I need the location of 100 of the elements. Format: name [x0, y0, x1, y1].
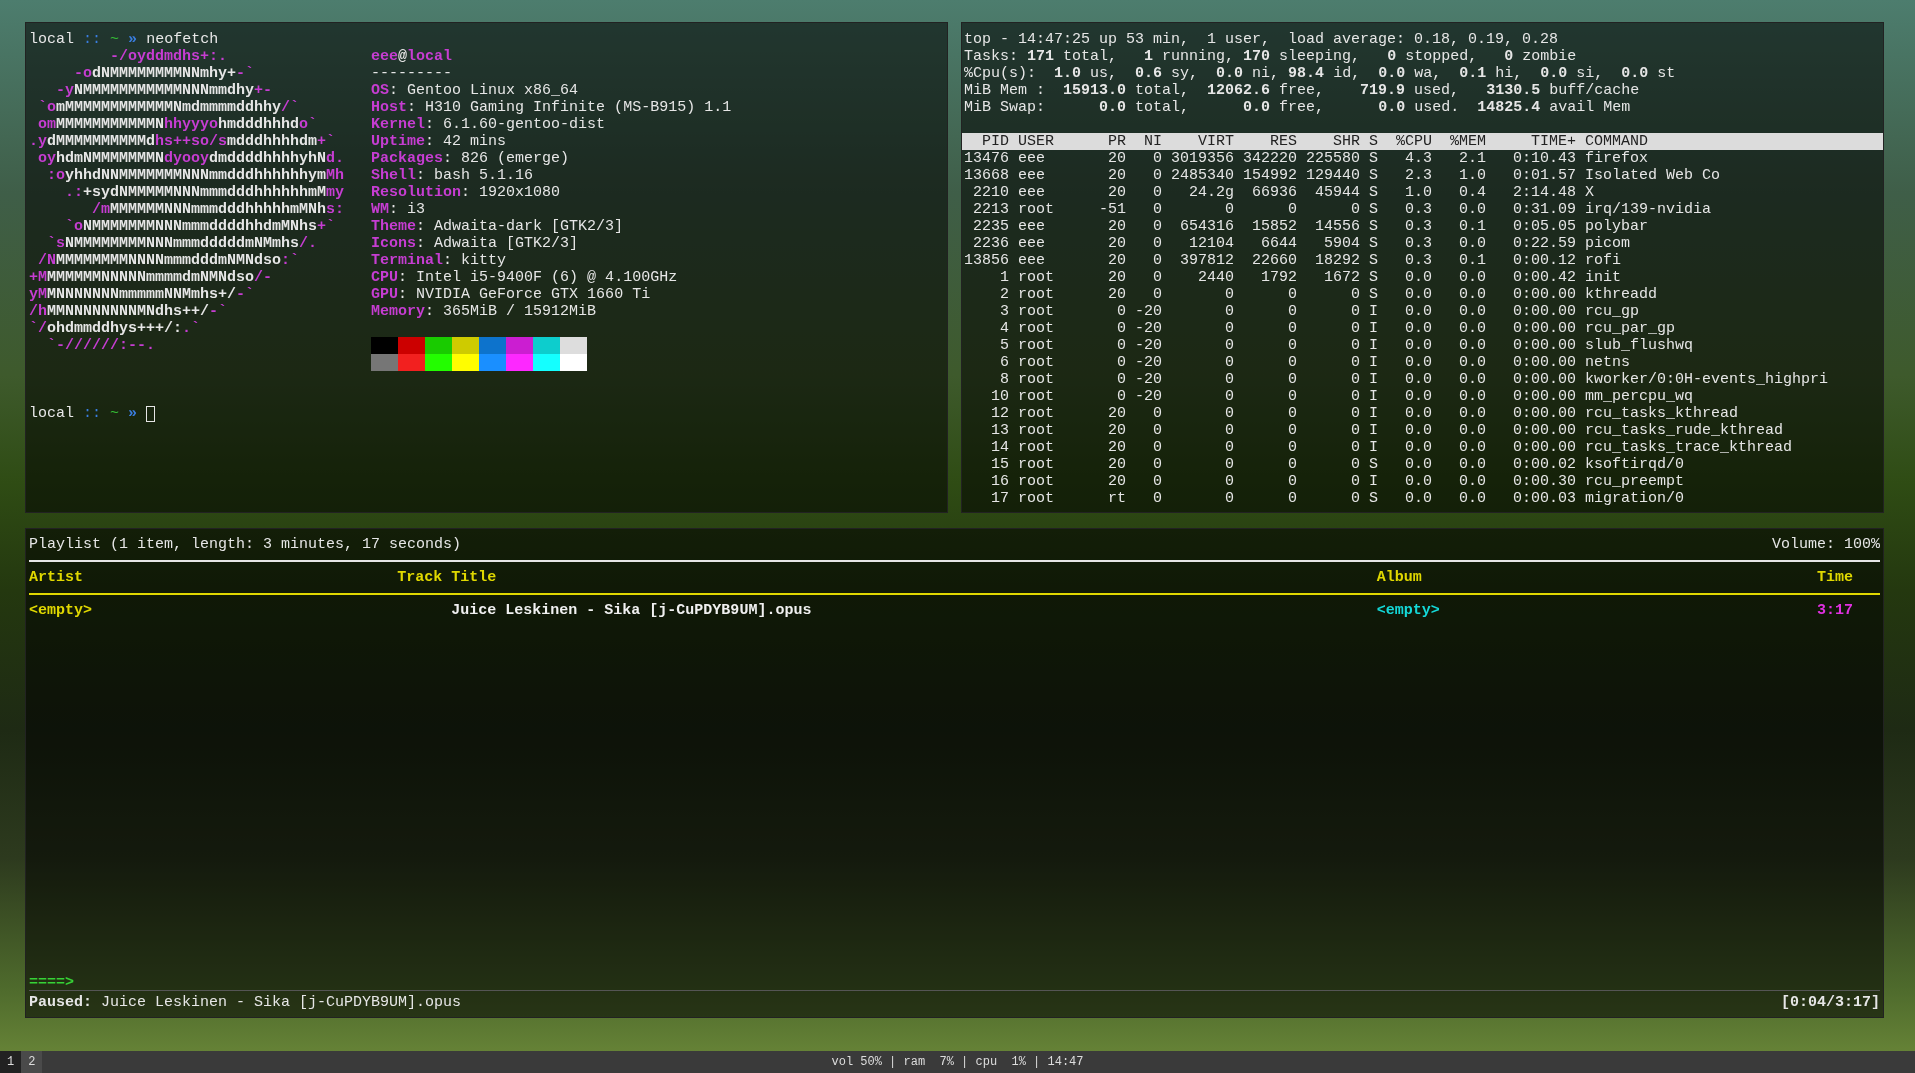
ascii-logo-line: .:+sydNMMMMMNNNmmmdddhhhhhhmMmy	[64, 184, 345, 201]
table-cell-text: 1672	[1323, 269, 1360, 286]
info-line: GPU: NVIDIA GeForce GTX 1660 Ti	[371, 286, 651, 303]
table-cell-text: Isolated Web Co	[1585, 167, 1722, 184]
table-cell-text: 0	[1287, 371, 1297, 388]
volume-label: Volume: 100%	[1771, 536, 1880, 553]
table-cell-text: picom	[1585, 235, 1631, 252]
table-cell-text: 0	[1152, 473, 1162, 490]
table-cell-text: 0.4	[1458, 184, 1486, 201]
table-cell-text: 0	[1116, 320, 1126, 337]
table-cell: 154992	[1243, 167, 1297, 184]
track-title-cell[interactable]: Juice Leskinen - Sika [j-CuPDYB9UM].opus	[451, 602, 812, 619]
table-cell-text: 0.0	[1458, 201, 1486, 218]
table-cell-text: kthreadd	[1585, 286, 1658, 303]
column-header: COMMAND	[1585, 133, 1649, 150]
table-cell-text: 0.0	[1458, 371, 1486, 388]
table-cell-text: 0	[1224, 439, 1234, 456]
column-header: PR	[1107, 133, 1126, 150]
table-cell: I	[1369, 405, 1378, 422]
table-cell-text: 0	[1350, 286, 1360, 303]
column-header: Artist	[29, 569, 84, 586]
table-cell-text: 20	[1107, 184, 1126, 201]
table-cell-text: 0	[1224, 405, 1234, 422]
table-cell-text: 22660	[1251, 252, 1297, 269]
table-cell-text: 0.0	[1458, 337, 1486, 354]
table-cell: S	[1369, 184, 1378, 201]
column-header: SHR	[1332, 133, 1360, 150]
table-cell-text: 0:00.03	[1512, 490, 1576, 507]
table-cell-text: 0:00.00	[1512, 439, 1576, 456]
table-cell-text: 2210	[972, 184, 1009, 201]
workspace-button[interactable]: 2	[21, 1051, 43, 1073]
info-line: Shell: bash 5.1.16	[371, 167, 534, 184]
ascii-logo-line: +MMMMMMMNNNNNmmmmdmNMNdso/-	[29, 269, 273, 286]
info-line: Uptime: 42 mins	[371, 133, 507, 150]
table-cell-text: 0	[1116, 303, 1126, 320]
table-cell: 225580	[1306, 150, 1360, 167]
info-line: Memory: 365MiB / 15912MiB	[371, 303, 597, 320]
table-cell-text: 20	[1107, 473, 1126, 490]
table-cell-text: 0.3	[1404, 235, 1432, 252]
playback-position: [0:04/3:17]	[1780, 994, 1880, 1011]
table-cell-text: 0.0	[1404, 320, 1432, 337]
table-cell-text: 0	[1224, 201, 1234, 218]
table-cell-text: 0	[1350, 439, 1360, 456]
info-line: Resolution: 1920x1080	[371, 184, 561, 201]
table-cell-text: 0:00.00	[1512, 320, 1576, 337]
table-cell: -51	[1099, 201, 1126, 218]
column-header: Track Title	[397, 569, 498, 586]
table-cell-text: 0.0	[1404, 354, 1432, 371]
artist-cell[interactable]: <empty>	[29, 602, 92, 619]
table-cell-text: 5904	[1323, 235, 1360, 252]
table-cell-text: 2:14.48	[1512, 184, 1576, 201]
table-cell-text: 12	[990, 405, 1009, 422]
table-cell: S	[1369, 252, 1378, 269]
table-cell-text: 0	[1152, 286, 1162, 303]
table-cell-text: 66936	[1251, 184, 1297, 201]
table-cell-text: 0:01.57	[1512, 167, 1576, 184]
table-cell-text: 0.0	[1458, 439, 1486, 456]
table-cell-text: 0:00.00	[1512, 303, 1576, 320]
table-cell-text: 0.0	[1458, 490, 1486, 507]
user-host-title: eee@local	[371, 48, 453, 65]
table-cell-text: 4.3	[1404, 150, 1432, 167]
ascii-logo-line: /hMMNNNNNNNNMNdhs++/-`	[29, 303, 228, 320]
table-cell-text: 0	[1152, 150, 1162, 167]
table-cell-text: root	[1018, 320, 1055, 337]
table-cell-text: 20	[1107, 150, 1126, 167]
table-cell-text: 10	[990, 388, 1009, 405]
table-cell-text: 397812	[1179, 252, 1234, 269]
album-cell[interactable]: <empty>	[1376, 602, 1440, 619]
table-cell-text: 14556	[1314, 218, 1360, 235]
table-cell-text: 0	[1287, 439, 1297, 456]
table-cell-text: root	[1018, 490, 1055, 507]
workspace-button[interactable]: 1	[0, 1051, 22, 1073]
table-cell-text: 0	[1287, 354, 1297, 371]
table-cell-text: 0.0	[1404, 405, 1432, 422]
ascii-logo-line: `omMMMMMMMMMMMMNmdmmmmddhhy/`	[37, 99, 300, 116]
table-cell-text: 0:31.09	[1512, 201, 1576, 218]
table-cell-text: 0:00.00	[1512, 388, 1576, 405]
table-cell-text: 4	[999, 320, 1009, 337]
table-cell-text: 12104	[1188, 235, 1234, 252]
table-cell-text: 0	[1350, 473, 1360, 490]
table-cell-text: netns	[1585, 354, 1631, 371]
table-cell-text: 0.0	[1404, 388, 1432, 405]
table-cell-text: 0.0	[1404, 286, 1432, 303]
table-cell-text: rofi	[1585, 252, 1622, 269]
table-cell-text: 0	[1287, 337, 1297, 354]
table-cell-text: 0.0	[1404, 269, 1432, 286]
table-cell-text: 20	[1107, 269, 1126, 286]
table-cell-text: 0	[1224, 320, 1234, 337]
table-cell-text: 20	[1107, 405, 1126, 422]
table-cell-text: 0	[1287, 320, 1297, 337]
table-cell-text: 0	[1224, 286, 1234, 303]
table-cell-text: rcu_tasks_rude_kthread	[1585, 422, 1785, 439]
table-cell: I	[1369, 303, 1378, 320]
table-cell-text: root	[1018, 371, 1055, 388]
table-cell-text: 0	[1224, 422, 1234, 439]
column-header: VIRT	[1197, 133, 1234, 150]
time-cell[interactable]: 3:17	[1817, 602, 1880, 619]
table-cell-text: ksoftirqd/0	[1585, 456, 1686, 473]
column-header: Time	[1817, 569, 1854, 586]
table-cell-text: 2213	[972, 201, 1009, 218]
